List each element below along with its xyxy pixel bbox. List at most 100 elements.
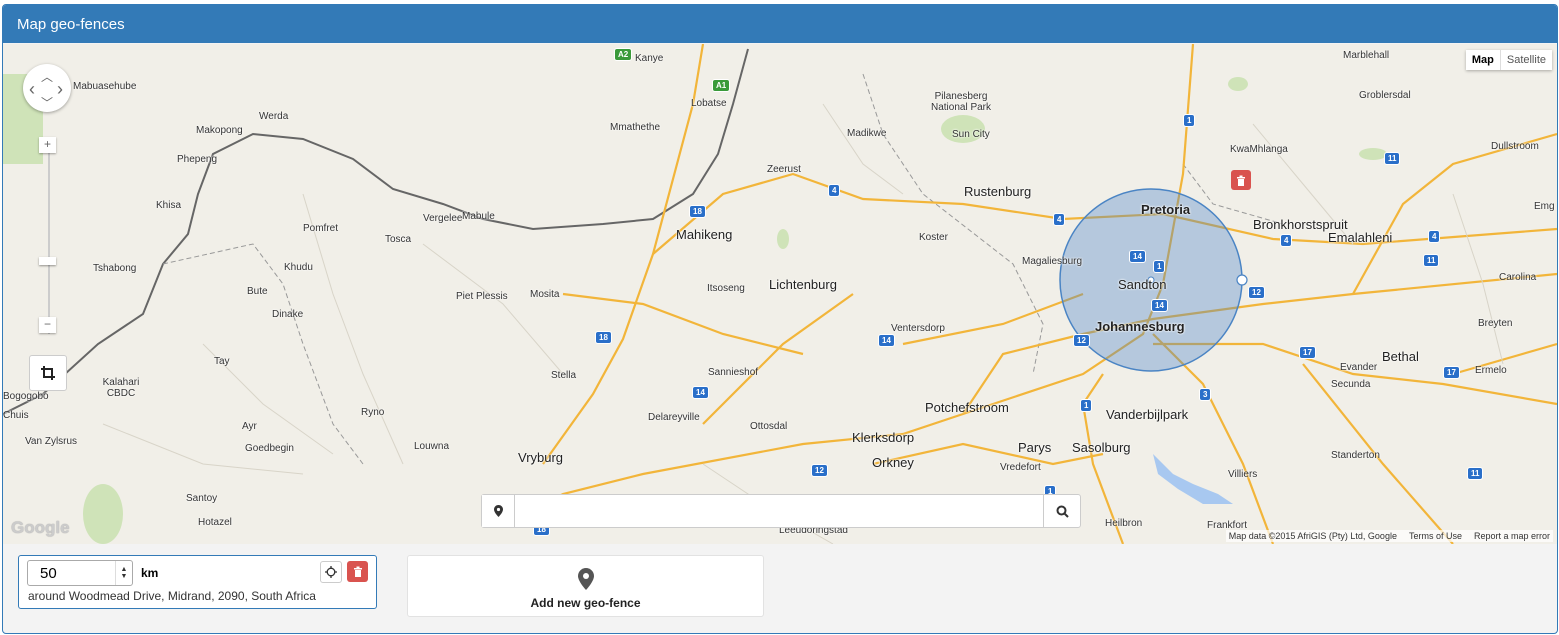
place-label: Dinake (272, 309, 304, 320)
map-roads (3, 44, 1557, 544)
place-label: Kanye (635, 53, 664, 64)
place-label: Secunda (1331, 379, 1371, 390)
place-label: Vryburg (518, 450, 564, 465)
route-shield: 14 (1151, 299, 1168, 312)
place-label: Stella (551, 370, 577, 381)
pan-right-icon[interactable]: › (57, 79, 63, 100)
place-label: Emalahleni (1328, 230, 1393, 245)
place-label: Sun City (952, 129, 990, 140)
place-label: Hotazel (198, 517, 232, 528)
place-label: Groblersdal (1359, 90, 1411, 101)
panel-header: Map geo-fences (3, 5, 1557, 43)
route-shield: 18 (595, 331, 612, 344)
pan-down-icon[interactable]: ﹀ (41, 94, 53, 111)
place-label: Ryno (361, 407, 385, 418)
route-shield: 14 (1129, 250, 1146, 263)
place-label: Bethal (1382, 349, 1419, 364)
pan-control[interactable]: ︿ ‹ › ﹀ (23, 64, 71, 112)
panel-title: Map geo-fences (17, 15, 125, 33)
report-error-link[interactable]: Report a map error (1474, 531, 1550, 541)
place-label: Tosca (385, 234, 412, 245)
radius-unit: km (141, 566, 159, 580)
place-label: Pilanesberg National Park (930, 91, 992, 113)
place-label: Lobatse (691, 98, 727, 109)
spin-down-icon[interactable]: ▼ (121, 573, 128, 580)
route-shield: 4 (1428, 230, 1441, 243)
place-label: Vredefort (1000, 462, 1041, 473)
place-label: Villiers (1228, 469, 1258, 480)
zoom-slider-handle[interactable] (39, 257, 56, 265)
route-shield: 1 (1183, 114, 1196, 127)
geo-fence-card: ▲ ▼ km around Woodmead Drive, Midrand, 2… (18, 555, 377, 609)
route-shield: 17 (1443, 366, 1460, 379)
google-logo: Google (11, 518, 70, 537)
place-label: Ottosdal (750, 421, 788, 432)
route-shield: 11 (1423, 254, 1440, 267)
place-label: Bute (247, 286, 268, 297)
route-shield: 12 (1073, 334, 1090, 347)
place-label: Mahikeng (676, 227, 733, 242)
spin-up-icon[interactable]: ▲ (121, 566, 128, 573)
map-type-map-button[interactable]: Map (1466, 50, 1501, 70)
place-label: Vergelee (423, 213, 463, 224)
route-shield: 11 (1384, 152, 1401, 165)
place-label: Bogogobo (3, 391, 49, 402)
route-shield: 3 (1199, 388, 1212, 401)
place-label: Chuis (3, 410, 29, 421)
place-label: Van Zylsrus (25, 436, 78, 447)
map-canvas[interactable]: Kanye Lobatse Mmathethe Mabuasehube Werd… (3, 44, 1557, 544)
radius-input[interactable] (28, 563, 122, 583)
place-label: Ventersdorp (891, 323, 945, 334)
radius-stepper: ▲ ▼ (27, 560, 133, 586)
fence-address: around Woodmead Drive, Midrand, 2090, So… (28, 589, 316, 603)
place-label: Dullstroom (1491, 141, 1539, 152)
route-shield: 12 (811, 464, 828, 477)
place-label: Koster (919, 232, 948, 243)
add-geo-fence-button[interactable]: Add new geo-fence (407, 555, 764, 617)
draw-fence-button[interactable] (29, 355, 67, 391)
zoom-in-button[interactable]: + (39, 137, 56, 153)
search-button[interactable] (1043, 495, 1080, 527)
add-geo-fence-label: Add new geo-fence (530, 596, 641, 610)
place-label: Santoy (186, 493, 218, 504)
route-shield: 14 (692, 386, 709, 399)
place-label: Pretoria (1141, 202, 1191, 217)
place-label: Ayr (242, 421, 257, 432)
map-type-satellite-button[interactable]: Satellite (1501, 50, 1552, 70)
place-label: Rustenburg (964, 184, 1032, 199)
route-shield: 1 (1080, 399, 1093, 412)
place-label: Carolina (1499, 272, 1537, 283)
terms-link[interactable]: Terms of Use (1409, 531, 1462, 541)
place-label: Emg (1534, 201, 1555, 212)
fence-delete-button[interactable] (1231, 170, 1251, 190)
route-shield: 4 (1053, 213, 1066, 226)
pan-up-icon[interactable]: ︿ (41, 68, 53, 85)
trash-icon (353, 566, 362, 577)
place-label: Magaliesburg (1022, 256, 1083, 267)
location-search-input[interactable] (515, 495, 1043, 527)
route-shield: 12 (1248, 286, 1265, 299)
route-shield: 14 (878, 334, 895, 347)
place-label: Sandton (1118, 277, 1167, 292)
zoom-out-button[interactable]: − (39, 317, 56, 333)
place-label: Mabule (462, 211, 495, 222)
place-label: Pomfret (303, 223, 339, 234)
place-label: Evander (1340, 362, 1378, 373)
location-search (481, 494, 1081, 528)
place-label: Lichtenburg (769, 277, 837, 292)
zoom-slider-track[interactable] (48, 144, 50, 334)
place-label: Klerksdorp (852, 430, 915, 445)
geo-fence-panel: Map geo-fences Kanye Lobatse Mmathethe M… (2, 4, 1558, 634)
search-icon (1056, 505, 1069, 518)
delete-fence-button[interactable] (347, 561, 368, 582)
map-marker-icon (493, 505, 503, 517)
pan-left-icon[interactable]: ‹ (29, 79, 35, 100)
place-label: Vanderbijlpark (1106, 407, 1189, 422)
place-label: Johannesburg (1095, 319, 1185, 334)
locate-fence-button[interactable] (320, 561, 342, 583)
place-label: Khisa (156, 200, 182, 211)
place-label: KwaMhlanga (1230, 144, 1288, 155)
place-label: Piet Plessis (456, 291, 508, 302)
radius-spin-arrows[interactable]: ▲ ▼ (115, 561, 132, 585)
map-attribution: Map data ©2015 AfriGIS (Pty) Ltd, Google… (1225, 530, 1553, 542)
